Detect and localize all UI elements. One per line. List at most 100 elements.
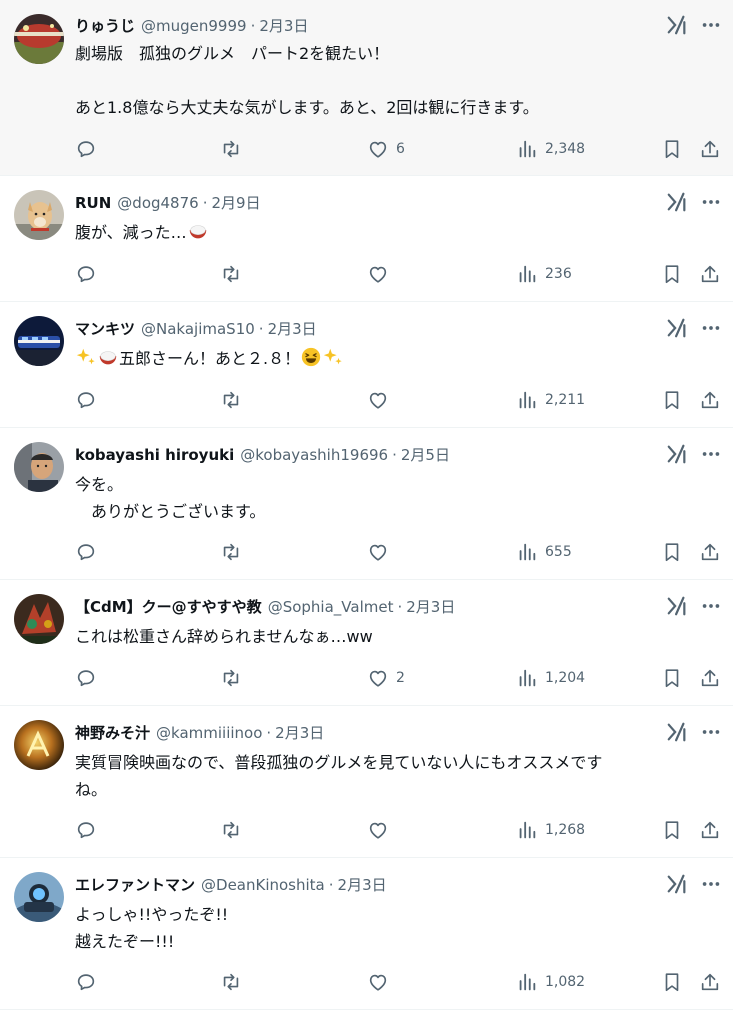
action-bar: 1,082	[75, 970, 723, 996]
user-handle[interactable]: @DeanKinoshita	[201, 876, 325, 894]
views-button[interactable]: 1,204	[516, 666, 585, 690]
grok-icon[interactable]	[666, 595, 688, 617]
display-name[interactable]: マンキツ	[75, 318, 135, 339]
text-line: あと1.8億なら大丈夫な気がします。あと、2回は観に行きます。	[75, 98, 539, 117]
like-button[interactable]	[367, 970, 396, 994]
tweet[interactable]: 【CdM】クー@すやすや教 @Sophia_Valmet · 2月3日 これは松…	[0, 580, 733, 706]
tweet-date[interactable]: 2月3日	[259, 15, 308, 36]
retweet-button[interactable]	[220, 388, 242, 412]
avatar[interactable]	[14, 190, 64, 240]
tweet-date[interactable]: 2月3日	[338, 874, 387, 895]
more-icon[interactable]	[700, 317, 722, 339]
more-icon[interactable]	[700, 873, 722, 895]
share-button[interactable]	[699, 137, 721, 161]
text-line: よっしゃ!!やったぞ!!	[75, 905, 229, 924]
display-name[interactable]: 神野みそ汁	[75, 722, 150, 743]
share-button[interactable]	[699, 540, 721, 564]
bookmark-button[interactable]	[661, 540, 683, 564]
user-handle[interactable]: @kobayashih19696	[240, 446, 388, 464]
grok-icon[interactable]	[666, 443, 688, 465]
avatar[interactable]	[14, 316, 64, 366]
tweet-header: 神野みそ汁 @kammiiiinoo · 2月3日	[75, 722, 638, 744]
avatar[interactable]	[14, 14, 64, 64]
views-button[interactable]: 2,348	[516, 137, 585, 161]
retweet-button[interactable]	[220, 540, 242, 564]
tweet[interactable]: マンキツ @NakajimaS10 · 2月3日 五郎さーん！あと２.８！ 2,…	[0, 302, 733, 428]
grok-icon[interactable]	[666, 191, 688, 213]
share-button[interactable]	[699, 666, 721, 690]
display-name[interactable]: りゅうじ	[75, 15, 135, 36]
views-button[interactable]: 655	[516, 540, 572, 564]
tweet[interactable]: りゅうじ @mugen9999 · 2月3日 劇場版 孤独のグルメ パート2を観…	[0, 0, 733, 176]
avatar[interactable]	[14, 720, 64, 770]
more-icon[interactable]	[700, 443, 722, 465]
reply-button[interactable]	[75, 970, 97, 994]
tweet-date[interactable]: 2月3日	[406, 596, 455, 617]
views-button[interactable]: 1,268	[516, 818, 585, 842]
retweet-button[interactable]	[220, 970, 242, 994]
reply-button[interactable]	[75, 262, 97, 286]
tweet[interactable]: RUN @dog4876 · 2月9日 腹が、減った… 236	[0, 176, 733, 302]
bookmark-button[interactable]	[661, 970, 683, 994]
avatar[interactable]	[14, 594, 64, 644]
reply-button[interactable]	[75, 137, 97, 161]
grok-icon[interactable]	[666, 873, 688, 895]
views-button[interactable]: 1,082	[516, 970, 585, 994]
retweet-button[interactable]	[220, 818, 242, 842]
reply-button[interactable]	[75, 388, 97, 412]
grok-icon[interactable]	[666, 14, 688, 36]
reply-button[interactable]	[75, 666, 97, 690]
bookmark-button[interactable]	[661, 137, 683, 161]
tweet-header: りゅうじ @mugen9999 · 2月3日	[75, 15, 638, 37]
tweet-header: kobayashi hiroyuki @kobayashih19696 · 2月…	[75, 444, 638, 466]
bookmark-button[interactable]	[661, 818, 683, 842]
user-handle[interactable]: @kammiiiinoo	[156, 724, 262, 742]
more-icon[interactable]	[700, 14, 722, 36]
like-button[interactable]: 2	[367, 666, 405, 690]
display-name[interactable]: エレファントマン	[75, 874, 195, 895]
grok-icon[interactable]	[666, 317, 688, 339]
avatar[interactable]	[14, 872, 64, 922]
bookmark-button[interactable]	[661, 666, 683, 690]
tweet[interactable]: kobayashi hiroyuki @kobayashih19696 · 2月…	[0, 428, 733, 580]
share-button[interactable]	[699, 388, 721, 412]
share-button[interactable]	[699, 970, 721, 994]
retweet-button[interactable]	[220, 666, 242, 690]
share-button[interactable]	[699, 818, 721, 842]
user-handle[interactable]: @NakajimaS10	[141, 320, 255, 338]
views-button[interactable]: 2,211	[516, 388, 585, 412]
tweet[interactable]: エレファントマン @DeanKinoshita · 2月3日 よっしゃ!!やった…	[0, 858, 733, 1010]
bookmark-button[interactable]	[661, 262, 683, 286]
tweet[interactable]: 神野みそ汁 @kammiiiinoo · 2月3日 実質冒険映画なので、普段孤独…	[0, 706, 733, 858]
like-button[interactable]	[367, 388, 396, 412]
display-name[interactable]: 【CdM】クー@すやすや教	[75, 596, 262, 617]
like-button[interactable]: 6	[367, 137, 405, 161]
reply-icon	[77, 670, 95, 687]
user-handle[interactable]: @dog4876	[117, 194, 198, 212]
like-button[interactable]	[367, 540, 396, 564]
grok-icon[interactable]	[666, 721, 688, 743]
like-button[interactable]	[367, 818, 396, 842]
reply-icon	[77, 974, 95, 991]
tweet-date[interactable]: 2月9日	[211, 192, 260, 213]
more-icon[interactable]	[700, 595, 722, 617]
more-icon[interactable]	[700, 721, 722, 743]
reply-button[interactable]	[75, 818, 97, 842]
action-bar: 2 1,204	[75, 666, 723, 692]
share-button[interactable]	[699, 262, 721, 286]
reply-button[interactable]	[75, 540, 97, 564]
user-handle[interactable]: @mugen9999	[141, 17, 247, 35]
display-name[interactable]: RUN	[75, 194, 111, 212]
retweet-button[interactable]	[220, 262, 242, 286]
retweet-button[interactable]	[220, 137, 242, 161]
like-button[interactable]	[367, 262, 396, 286]
tweet-date[interactable]: 2月5日	[401, 444, 450, 465]
tweet-date[interactable]: 2月3日	[268, 318, 317, 339]
display-name[interactable]: kobayashi hiroyuki	[75, 446, 234, 464]
avatar[interactable]	[14, 442, 64, 492]
bookmark-button[interactable]	[661, 388, 683, 412]
tweet-date[interactable]: 2月3日	[275, 722, 324, 743]
user-handle[interactable]: @Sophia_Valmet	[268, 598, 394, 616]
views-button[interactable]: 236	[516, 262, 572, 286]
more-icon[interactable]	[700, 191, 722, 213]
